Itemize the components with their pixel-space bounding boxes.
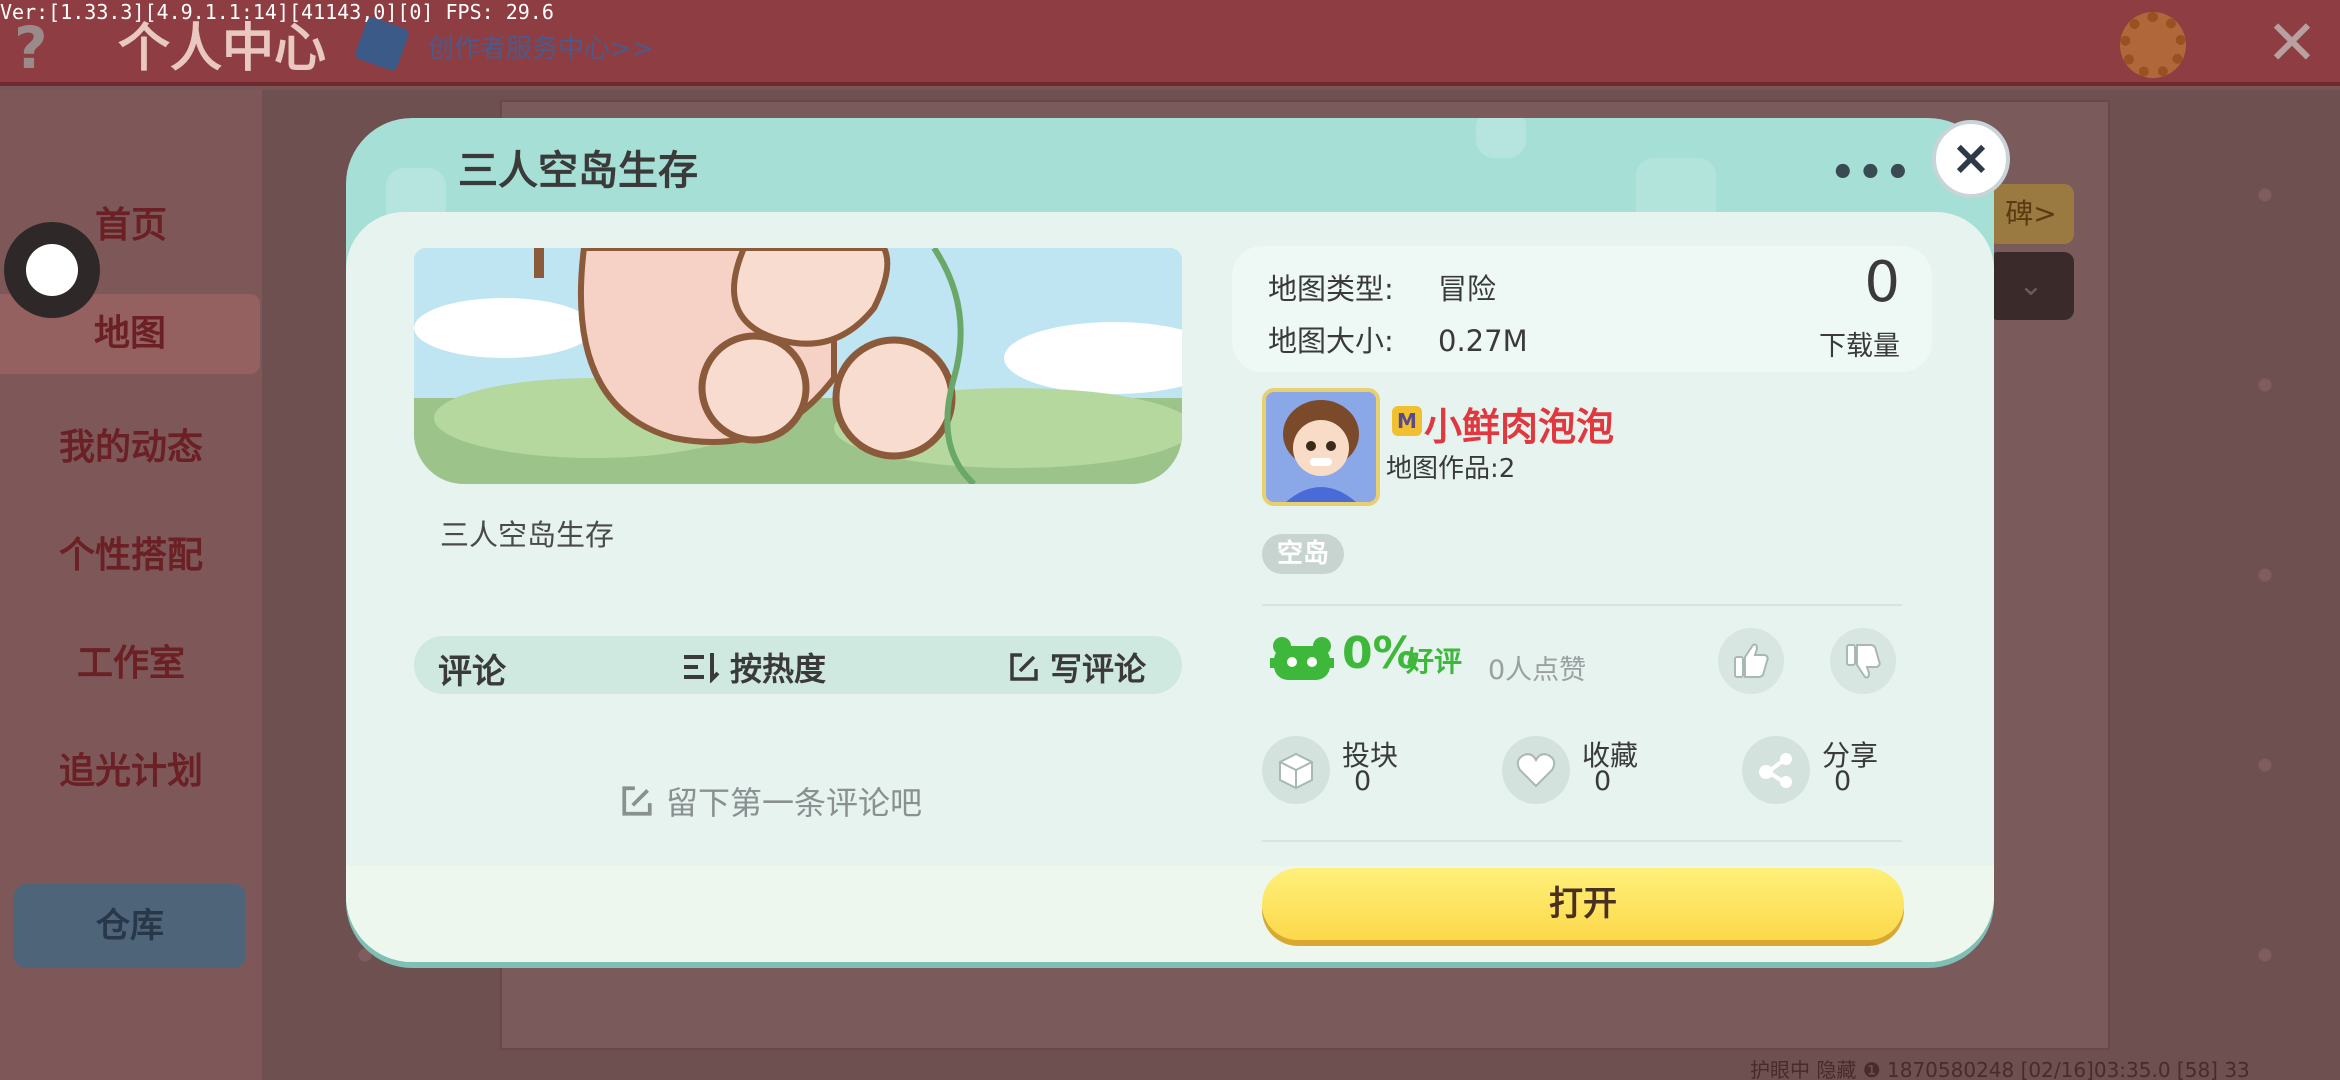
sidebar-item-studio[interactable]: 工作室 [0, 634, 262, 686]
empty-comment-label: 留下第一条评论吧 [666, 784, 923, 822]
sidebar-item-chase-light[interactable]: 追光计划 [0, 742, 262, 794]
positive-rating-label: 好评 [1406, 645, 1463, 678]
comment-bar: 评论 按热度 写评论 [414, 636, 1182, 694]
help-icon[interactable]: ? [14, 14, 48, 82]
map-size-label: 地图大小: [1268, 324, 1394, 358]
dialog-title: 三人空岛生存 [458, 148, 698, 194]
dropdown-button[interactable]: ⌄ [1988, 252, 2074, 320]
download-count: 0 [1864, 250, 1900, 315]
creator-center-link[interactable]: 创作者服务中心>> [428, 28, 654, 65]
sort-label: 按热度 [730, 650, 827, 688]
decor-bubble [1476, 118, 1526, 158]
close-dialog-button[interactable]: × [1932, 120, 2010, 198]
share-icon [1742, 736, 1810, 804]
download-label: 下载量 [1819, 331, 1900, 362]
heart-icon [1502, 736, 1570, 804]
divider [1262, 604, 1902, 606]
favorite-count: 0 [1594, 766, 1612, 797]
map-tag-chip[interactable]: 空岛 [1262, 534, 1344, 574]
author-avatar[interactable] [1262, 388, 1380, 506]
thumbs-up-button[interactable] [1718, 628, 1784, 694]
map-info-box: 地图类型: 冒险 地图大小: 0.27M 0 下载量 [1232, 246, 1932, 372]
author-works-count: 地图作品:2 [1386, 454, 1516, 484]
rating-face-icon [1270, 636, 1334, 688]
author-name[interactable]: 小鲜肉泡泡 [1424, 396, 1614, 451]
map-name-label: 三人空岛生存 [440, 518, 615, 552]
gear-icon[interactable] [2120, 12, 2186, 78]
comments-heading: 评论 [438, 652, 506, 692]
sidebar-item-my-activity[interactable]: 我的动态 [0, 418, 262, 470]
vote-block-count: 0 [1354, 766, 1372, 797]
avatar-portrait [1266, 392, 1376, 502]
sort-by-popularity-button[interactable]: 按热度 [682, 644, 826, 690]
sort-icon [684, 653, 720, 683]
thumbs-down-button[interactable] [1830, 628, 1896, 694]
page-close-icon[interactable]: ✕ [2266, 6, 2318, 79]
more-options-icon[interactable]: ••• [1830, 150, 1913, 196]
map-preview-image [414, 248, 1182, 484]
debug-overlay: Ver:[1.33.3][4.9.1.1:14][41143,0][0] FPS… [0, 0, 554, 24]
reputation-tag[interactable]: 碑> [1988, 184, 2074, 244]
divider [1262, 840, 1902, 842]
thumbs-up-icon [1734, 643, 1769, 678]
edit-icon [1010, 653, 1038, 681]
share-count: 0 [1834, 766, 1852, 797]
map-type-value: 冒险 [1438, 272, 1497, 306]
like-count: 0人点赞 [1488, 655, 1587, 686]
sidebar-item-outfit[interactable]: 个性搭配 [0, 526, 262, 578]
map-size-row: 地图大小: 0.27M [1268, 318, 1528, 360]
warehouse-button[interactable]: 仓库 [14, 884, 246, 968]
preview-illustration [414, 248, 1182, 484]
write-comment-label: 写评论 [1050, 650, 1147, 688]
write-comment-button[interactable]: 写评论 [1008, 644, 1146, 690]
block-icon [1262, 736, 1330, 804]
map-type-label: 地图类型: [1268, 272, 1394, 306]
status-footer: 护眼中 隐藏 ❶ 1870580248 [02/16]03:35.0 [58] … [1750, 1058, 2250, 1080]
author-badge-icon: M [1392, 406, 1422, 436]
edit-icon [622, 786, 652, 816]
floating-assistive-button[interactable] [4, 222, 100, 318]
map-size-value: 0.27M [1438, 324, 1528, 358]
leave-first-comment-button[interactable]: 留下第一条评论吧 [620, 778, 922, 824]
open-map-button[interactable]: 打开 [1262, 868, 1904, 940]
thumbs-down-icon [1846, 644, 1881, 679]
map-type-row: 地图类型: 冒险 [1268, 266, 1496, 308]
